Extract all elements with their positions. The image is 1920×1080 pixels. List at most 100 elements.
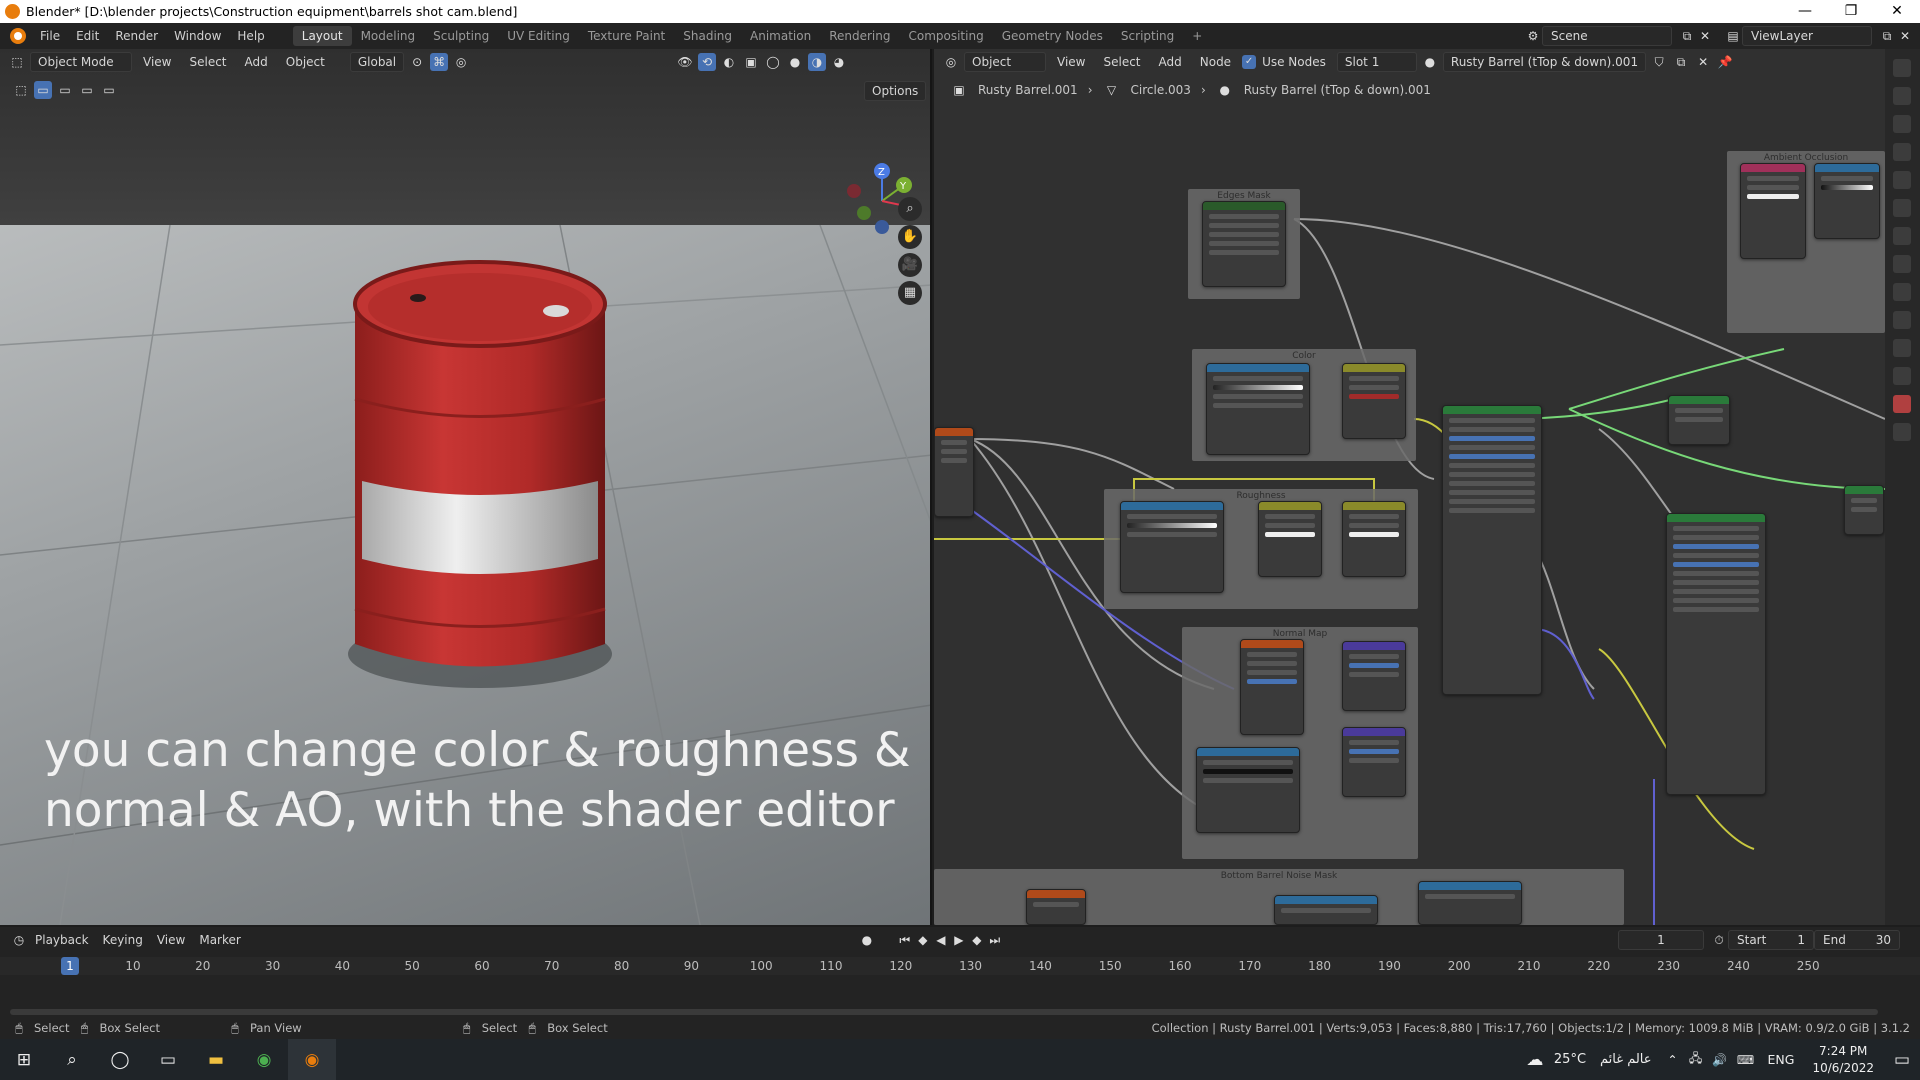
play-icon[interactable]: ▶ [950, 931, 968, 949]
new-scene-icon[interactable]: ⧉ [1678, 27, 1696, 45]
node-noise-texture-bottom[interactable] [1026, 889, 1086, 925]
modifier-tab-icon[interactable] [1893, 255, 1911, 273]
snap-icon[interactable]: ⌘ [430, 53, 449, 71]
node-mix-color[interactable] [1342, 363, 1406, 439]
node-principled-bsdf-1[interactable] [1442, 405, 1542, 695]
jump-end-icon[interactable]: ⏭ [986, 931, 1004, 949]
timeline-editor[interactable]: ◷ Playback Keying View Marker ● ⏮ ◆ ◀ ▶ … [0, 927, 1920, 1027]
current-frame-field[interactable]: 1 [1618, 930, 1704, 950]
blender-menu-icon[interactable] [10, 28, 26, 44]
chrome-icon[interactable]: ◉ [240, 1039, 288, 1080]
node-diffuse-bsdf[interactable] [1668, 395, 1730, 445]
blender-taskbar-icon[interactable]: ◉ [288, 1039, 336, 1080]
select-invert-icon[interactable]: ▭ [100, 81, 118, 99]
tab-sculpting[interactable]: Sculpting [424, 26, 498, 46]
data-tab-icon[interactable] [1893, 367, 1911, 385]
particles-tab-icon[interactable] [1893, 283, 1911, 301]
windows-start-icon[interactable]: ⊞ [0, 1039, 48, 1080]
weather-icon[interactable]: ☁ [1520, 1039, 1550, 1080]
select-new-icon[interactable]: ▭ [34, 81, 52, 99]
scene-selector[interactable]: Scene [1542, 26, 1672, 46]
file-explorer-icon[interactable]: ▬ [192, 1039, 240, 1080]
preview-range-icon[interactable]: ⏱ [1710, 931, 1728, 949]
select-extend-icon[interactable]: ▭ [56, 81, 74, 99]
editor-type-icon[interactable]: ⬚ [8, 53, 26, 71]
volume-icon[interactable]: 🔊 [1708, 1039, 1732, 1080]
menu-render[interactable]: Render [107, 29, 166, 43]
rendered-shading-icon[interactable]: ◕ [830, 53, 848, 71]
menu-help[interactable]: Help [229, 29, 272, 43]
auto-keying-icon[interactable]: ● [858, 931, 876, 949]
xray-icon[interactable]: ▣ [742, 53, 760, 71]
play-reverse-icon[interactable]: ◀ [932, 931, 950, 949]
viewport-menu-select[interactable]: Select [182, 53, 233, 71]
timeline-editor-type-icon[interactable]: ◷ [10, 931, 28, 949]
wireframe-shading-icon[interactable]: ◯ [764, 53, 782, 71]
tab-modeling[interactable]: Modeling [352, 26, 425, 46]
end-frame-field[interactable]: End 30 [1814, 930, 1900, 950]
menu-window[interactable]: Window [166, 29, 229, 43]
node-mix-roughness-1[interactable] [1258, 501, 1322, 577]
jump-start-icon[interactable]: ⏮ [896, 931, 914, 949]
node-color-ramp[interactable] [1206, 363, 1310, 455]
node-ambient-occlusion[interactable] [1740, 163, 1806, 259]
playhead[interactable]: 1 [61, 957, 79, 975]
zoom-icon[interactable]: ⌕ [898, 197, 922, 221]
gizmo-toggle-icon[interactable]: ⟲ [698, 53, 716, 71]
shader-editor[interactable]: ◎ Object View Select Add Node ✓ Use Node… [934, 49, 1885, 925]
viewport-menu-object[interactable]: Object [279, 53, 332, 71]
transform-orientation-selector[interactable]: Global [349, 52, 405, 72]
material-shading-icon[interactable]: ◑ [808, 53, 826, 71]
world-tab-icon[interactable] [1893, 199, 1911, 217]
tab-texture-paint[interactable]: Texture Paint [579, 26, 674, 46]
start-frame-field[interactable]: Start 1 [1728, 930, 1814, 950]
node-color-ramp-ao[interactable] [1814, 163, 1880, 239]
scene-tab-icon[interactable] [1893, 171, 1911, 189]
timeline-scrollbar[interactable] [10, 1009, 1878, 1015]
remove-viewlayer-icon[interactable]: ✕ [1896, 27, 1914, 45]
node-bump-2[interactable] [1342, 727, 1406, 797]
menu-edit[interactable]: Edit [68, 29, 107, 43]
viewport-menu-add[interactable]: Add [238, 53, 275, 71]
viewport-menu-view[interactable]: View [136, 53, 178, 71]
clock[interactable]: 7:24 PM 10/6/2022 [1802, 1043, 1884, 1077]
menu-file[interactable]: File [32, 29, 68, 43]
output-tab-icon[interactable] [1893, 115, 1911, 133]
node-noise-texture[interactable] [1240, 639, 1304, 735]
tab-scripting[interactable]: Scripting [1112, 26, 1183, 46]
node-soft-edges[interactable] [1202, 201, 1286, 287]
network-icon[interactable]: 🖧 [1684, 1039, 1708, 1080]
node-color-ramp-bottom-2[interactable] [1418, 881, 1522, 925]
tab-layout[interactable]: Layout [292, 26, 352, 46]
tab-shading[interactable]: Shading [674, 26, 741, 46]
node-bump-1[interactable] [1342, 641, 1406, 711]
tab-geometry-nodes[interactable]: Geometry Nodes [993, 26, 1112, 46]
3d-viewport[interactable]: ⬚ Object Mode View Select Add Object Glo… [0, 49, 932, 925]
overlay-icon[interactable]: ◐ [720, 53, 738, 71]
node-color-ramp-bottom-1[interactable] [1274, 895, 1378, 925]
search-icon[interactable]: ⌕ [48, 1039, 96, 1080]
node-principled-bsdf-2[interactable] [1666, 513, 1766, 795]
timeline-menu-marker[interactable]: Marker [192, 931, 247, 949]
remove-scene-icon[interactable]: ✕ [1696, 27, 1714, 45]
visibility-icon[interactable]: 👁 [676, 53, 694, 71]
proportional-edit-icon[interactable]: ◎ [452, 53, 470, 71]
constraints-tab-icon[interactable] [1893, 339, 1911, 357]
timeline-menu-playback[interactable]: Playback [28, 931, 96, 949]
timeline-ruler[interactable]: 1102030405060708090100110120130140150160… [0, 957, 1920, 975]
texture-tab-icon[interactable] [1893, 423, 1911, 441]
new-viewlayer-icon[interactable]: ⧉ [1878, 27, 1896, 45]
keyboard-icon[interactable]: ⌨ [1732, 1039, 1760, 1080]
input-language[interactable]: ENG [1760, 1052, 1803, 1067]
solid-shading-icon[interactable]: ● [786, 53, 804, 71]
node-color-ramp-normal[interactable] [1196, 747, 1300, 833]
node-mix-shader[interactable] [1844, 485, 1884, 535]
node-color-ramp-roughness[interactable] [1120, 501, 1224, 593]
select-subtract-icon[interactable]: ▭ [78, 81, 96, 99]
viewlayer-selector[interactable]: ViewLayer [1742, 26, 1872, 46]
notifications-icon[interactable]: ▭ [1884, 1039, 1920, 1080]
task-view-icon[interactable]: ▭ [144, 1039, 192, 1080]
options-dropdown[interactable]: Options [864, 81, 927, 101]
node-mix-roughness-2[interactable] [1342, 501, 1406, 577]
tab-animation[interactable]: Animation [741, 26, 820, 46]
